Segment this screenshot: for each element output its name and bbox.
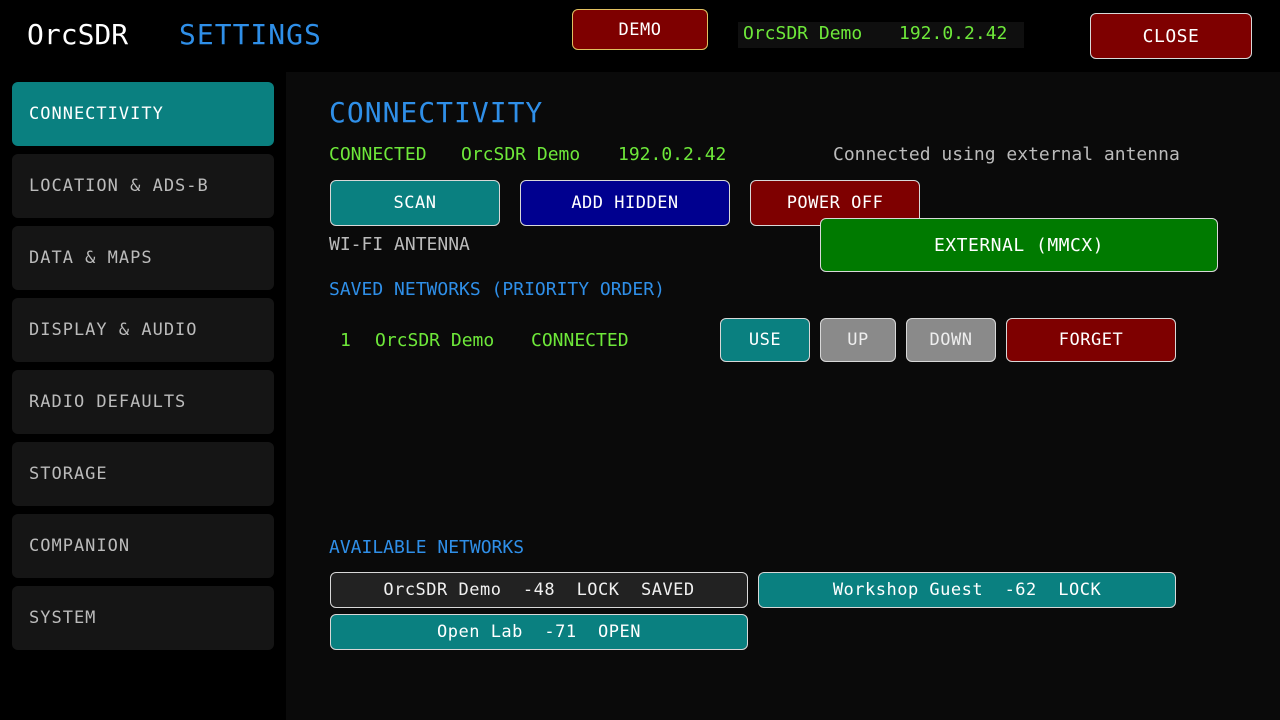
scan-button[interactable]: SCAN bbox=[330, 180, 500, 226]
use-button[interactable]: USE bbox=[720, 318, 810, 362]
header-device-ip: 192.0.2.42 bbox=[899, 23, 1008, 44]
saved-network-index: 1 bbox=[340, 330, 351, 351]
sidebar-item-storage[interactable]: STORAGE bbox=[12, 442, 274, 506]
antenna-status-text: Connected using external antenna bbox=[833, 144, 1180, 165]
forget-button[interactable]: FORGET bbox=[1006, 318, 1176, 362]
sidebar-item-companion[interactable]: COMPANION bbox=[12, 514, 274, 578]
antenna-select-external[interactable]: EXTERNAL (MMCX) bbox=[820, 218, 1218, 272]
down-button[interactable]: DOWN bbox=[906, 318, 996, 362]
available-network-workshop-guest[interactable]: Workshop Guest -62 LOCK bbox=[758, 572, 1176, 608]
device-status-bar: OrcSDR Demo 192.0.2.42 bbox=[738, 22, 1024, 48]
sidebar-item-system[interactable]: SYSTEM bbox=[12, 586, 274, 650]
connected-ip: 192.0.2.42 bbox=[618, 144, 727, 165]
up-button[interactable]: UP bbox=[820, 318, 896, 362]
demo-button[interactable]: DEMO bbox=[572, 9, 708, 50]
available-networks-title: AVAILABLE NETWORKS bbox=[329, 537, 525, 558]
app-name: OrcSDR bbox=[27, 18, 129, 51]
saved-networks-title: SAVED NETWORKS (PRIORITY ORDER) bbox=[329, 279, 665, 300]
available-network-orcsdr-demo[interactable]: OrcSDR Demo -48 LOCK SAVED bbox=[330, 572, 748, 608]
page-title: SETTINGS bbox=[179, 18, 322, 51]
sidebar-item-location-adsb[interactable]: LOCATION & ADS-B bbox=[12, 154, 274, 218]
connected-network-name: OrcSDR Demo bbox=[461, 144, 581, 165]
connection-status: CONNECTED bbox=[329, 144, 427, 165]
sidebar-item-connectivity[interactable]: CONNECTIVITY bbox=[12, 82, 274, 146]
saved-network-status: CONNECTED bbox=[531, 330, 629, 351]
available-network-open-lab[interactable]: Open Lab -71 OPEN bbox=[330, 614, 748, 650]
header-device-name: OrcSDR Demo bbox=[743, 23, 863, 44]
sidebar-item-display-audio[interactable]: DISPLAY & AUDIO bbox=[12, 298, 274, 362]
wifi-antenna-label: WI-FI ANTENNA bbox=[329, 234, 470, 255]
saved-network-name: OrcSDR Demo bbox=[375, 330, 495, 351]
add-hidden-button[interactable]: ADD HIDDEN bbox=[520, 180, 730, 226]
close-button[interactable]: CLOSE bbox=[1090, 13, 1252, 59]
section-title: CONNECTIVITY bbox=[329, 96, 544, 129]
sidebar-item-data-maps[interactable]: DATA & MAPS bbox=[12, 226, 274, 290]
sidebar-item-radio-defaults[interactable]: RADIO DEFAULTS bbox=[12, 370, 274, 434]
